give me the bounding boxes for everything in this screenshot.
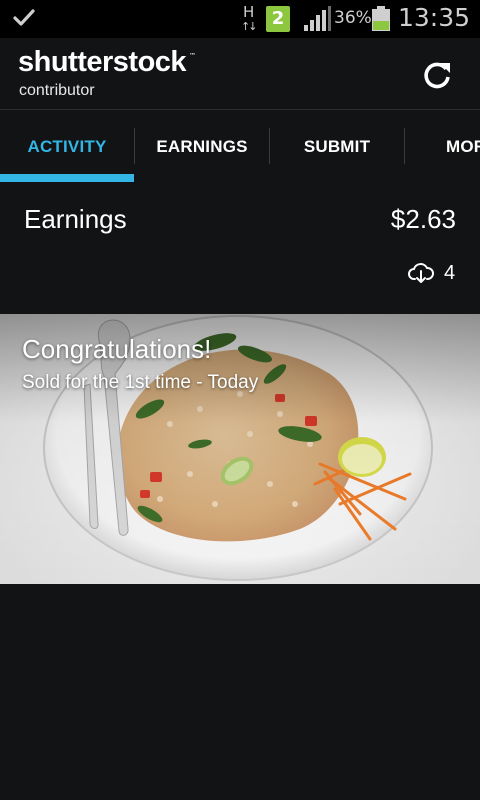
network-h-icon: H ↑↓ <box>240 3 260 33</box>
data-arrows-icon: ↑↓ <box>241 20 258 33</box>
tab-submit[interactable]: SUBMIT <box>270 111 404 182</box>
card-title: Congratulations! <box>22 334 212 364</box>
activity-card[interactable]: Congratulations! Sold for the 1st time -… <box>0 314 480 584</box>
tab-bar: ACTIVITY EARNINGS SUBMIT MORE <box>0 111 480 182</box>
signal-icon <box>304 6 331 31</box>
notification-badge: 2 <box>266 6 290 32</box>
logo-trademark: ™ <box>189 52 196 60</box>
tab-earnings-label: EARNINGS <box>156 137 248 156</box>
refresh-icon[interactable] <box>420 58 454 92</box>
tab-activity[interactable]: ACTIVITY <box>0 111 134 182</box>
card-subtitle: Sold for the 1st time - Today <box>22 372 259 393</box>
logo-text: shutterstock <box>18 46 187 78</box>
battery-percent: 36% <box>334 8 372 28</box>
battery-icon <box>372 6 390 31</box>
download-count: 4 <box>444 262 456 284</box>
cloud-download-icon <box>408 263 434 283</box>
tab-submit-label: SUBMIT <box>303 137 371 156</box>
clock: 13:35 <box>398 3 471 32</box>
logo-subtitle: contributor <box>19 82 95 99</box>
earnings-summary[interactable]: Earnings $2.63 4 <box>0 182 480 314</box>
tab-more[interactable]: MORE <box>446 111 480 182</box>
earnings-label: Earnings <box>24 204 127 234</box>
app-header: shutterstock ™ contributor <box>0 38 480 110</box>
status-bar: H ↑↓ 2 36% 13:35 <box>0 0 480 38</box>
empty-area <box>0 584 480 800</box>
check-icon <box>13 9 35 26</box>
tab-active-indicator <box>0 174 134 182</box>
network-type: H <box>243 3 255 21</box>
tab-activity-label: ACTIVITY <box>27 137 107 156</box>
tab-earnings[interactable]: EARNINGS <box>135 111 269 182</box>
tab-divider <box>404 128 405 164</box>
tab-more-label: MORE <box>446 137 480 156</box>
earnings-amount: $2.63 <box>390 204 456 234</box>
